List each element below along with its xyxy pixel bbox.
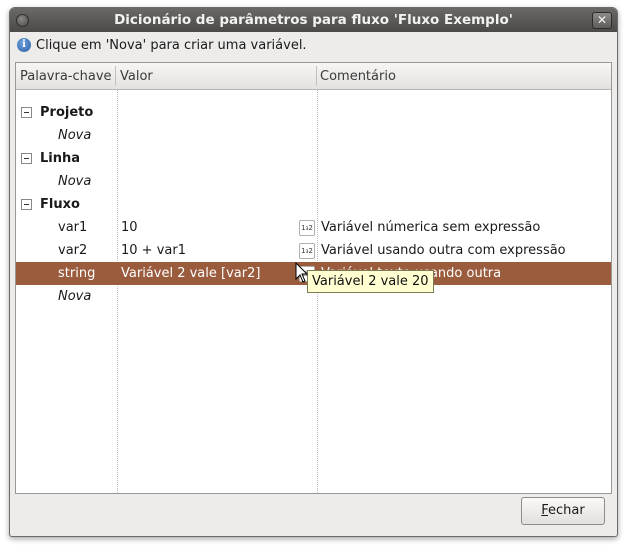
column-header-value[interactable]: Valor xyxy=(120,69,153,84)
window-menu-icon[interactable] xyxy=(16,14,29,27)
collapse-icon[interactable] xyxy=(21,199,32,210)
new-variable-row[interactable]: Nova xyxy=(16,170,611,193)
window-close-button[interactable]: ✕ xyxy=(592,12,612,29)
group-label: Projeto xyxy=(40,105,94,120)
variable-row[interactable]: var1 10 1₃2 Variável númerica sem expres… xyxy=(16,216,611,239)
close-button[interactable]: Fechar xyxy=(521,497,605,525)
close-button-mnemonic: F xyxy=(541,503,549,518)
numeric-type-icon: 1₃2 xyxy=(299,220,315,236)
column-separator[interactable] xyxy=(316,66,317,86)
variable-comment[interactable]: Variável usando outra com expressão xyxy=(321,243,566,258)
group-row-projeto[interactable]: Projeto xyxy=(16,101,611,124)
info-message: i Clique em 'Nova' para criar uma variáv… xyxy=(17,36,307,54)
value-tooltip: Variável 2 vale 20 xyxy=(307,270,434,293)
group-row-linha[interactable]: Linha xyxy=(16,147,611,170)
variable-row[interactable]: var2 10 + var1 1₃2 Variável usando outra… xyxy=(16,239,611,262)
variable-key[interactable]: var2 xyxy=(58,243,87,258)
variable-value[interactable]: 10 xyxy=(121,220,138,235)
new-variable-row[interactable]: Nova xyxy=(16,124,611,147)
column-separator[interactable] xyxy=(115,66,116,86)
info-text: Clique em 'Nova' para criar uma variável… xyxy=(36,37,307,53)
collapse-icon[interactable] xyxy=(21,107,32,118)
variable-key[interactable]: var1 xyxy=(58,220,87,235)
close-button-label: echar xyxy=(548,503,585,518)
column-header-bar: Palavra-chave Valor Comentário xyxy=(16,63,611,90)
column-header-keyword[interactable]: Palavra-chave xyxy=(20,69,112,84)
group-label: Linha xyxy=(40,151,81,166)
new-variable-label[interactable]: Nova xyxy=(58,289,91,304)
info-icon: i xyxy=(17,38,31,52)
mouse-pointer-icon xyxy=(295,262,309,283)
column-header-comment[interactable]: Comentário xyxy=(320,69,396,84)
variable-key[interactable]: string xyxy=(58,266,95,281)
group-row-fluxo[interactable]: Fluxo xyxy=(16,193,611,216)
variable-value[interactable]: 10 + var1 xyxy=(121,243,186,258)
new-variable-label[interactable]: Nova xyxy=(58,128,91,143)
collapse-icon[interactable] xyxy=(21,153,32,164)
variable-comment[interactable]: Variável númerica sem expressão xyxy=(321,220,540,235)
numeric-type-icon: 1₃2 xyxy=(299,243,315,259)
new-variable-label[interactable]: Nova xyxy=(58,174,91,189)
window-title: Dicionário de parâmetros para fluxo 'Flu… xyxy=(114,12,513,28)
group-label: Fluxo xyxy=(40,197,80,212)
variable-value[interactable]: Variável 2 vale [var2] xyxy=(121,266,260,281)
title-bar[interactable]: Dicionário de parâmetros para fluxo 'Flu… xyxy=(10,8,617,32)
